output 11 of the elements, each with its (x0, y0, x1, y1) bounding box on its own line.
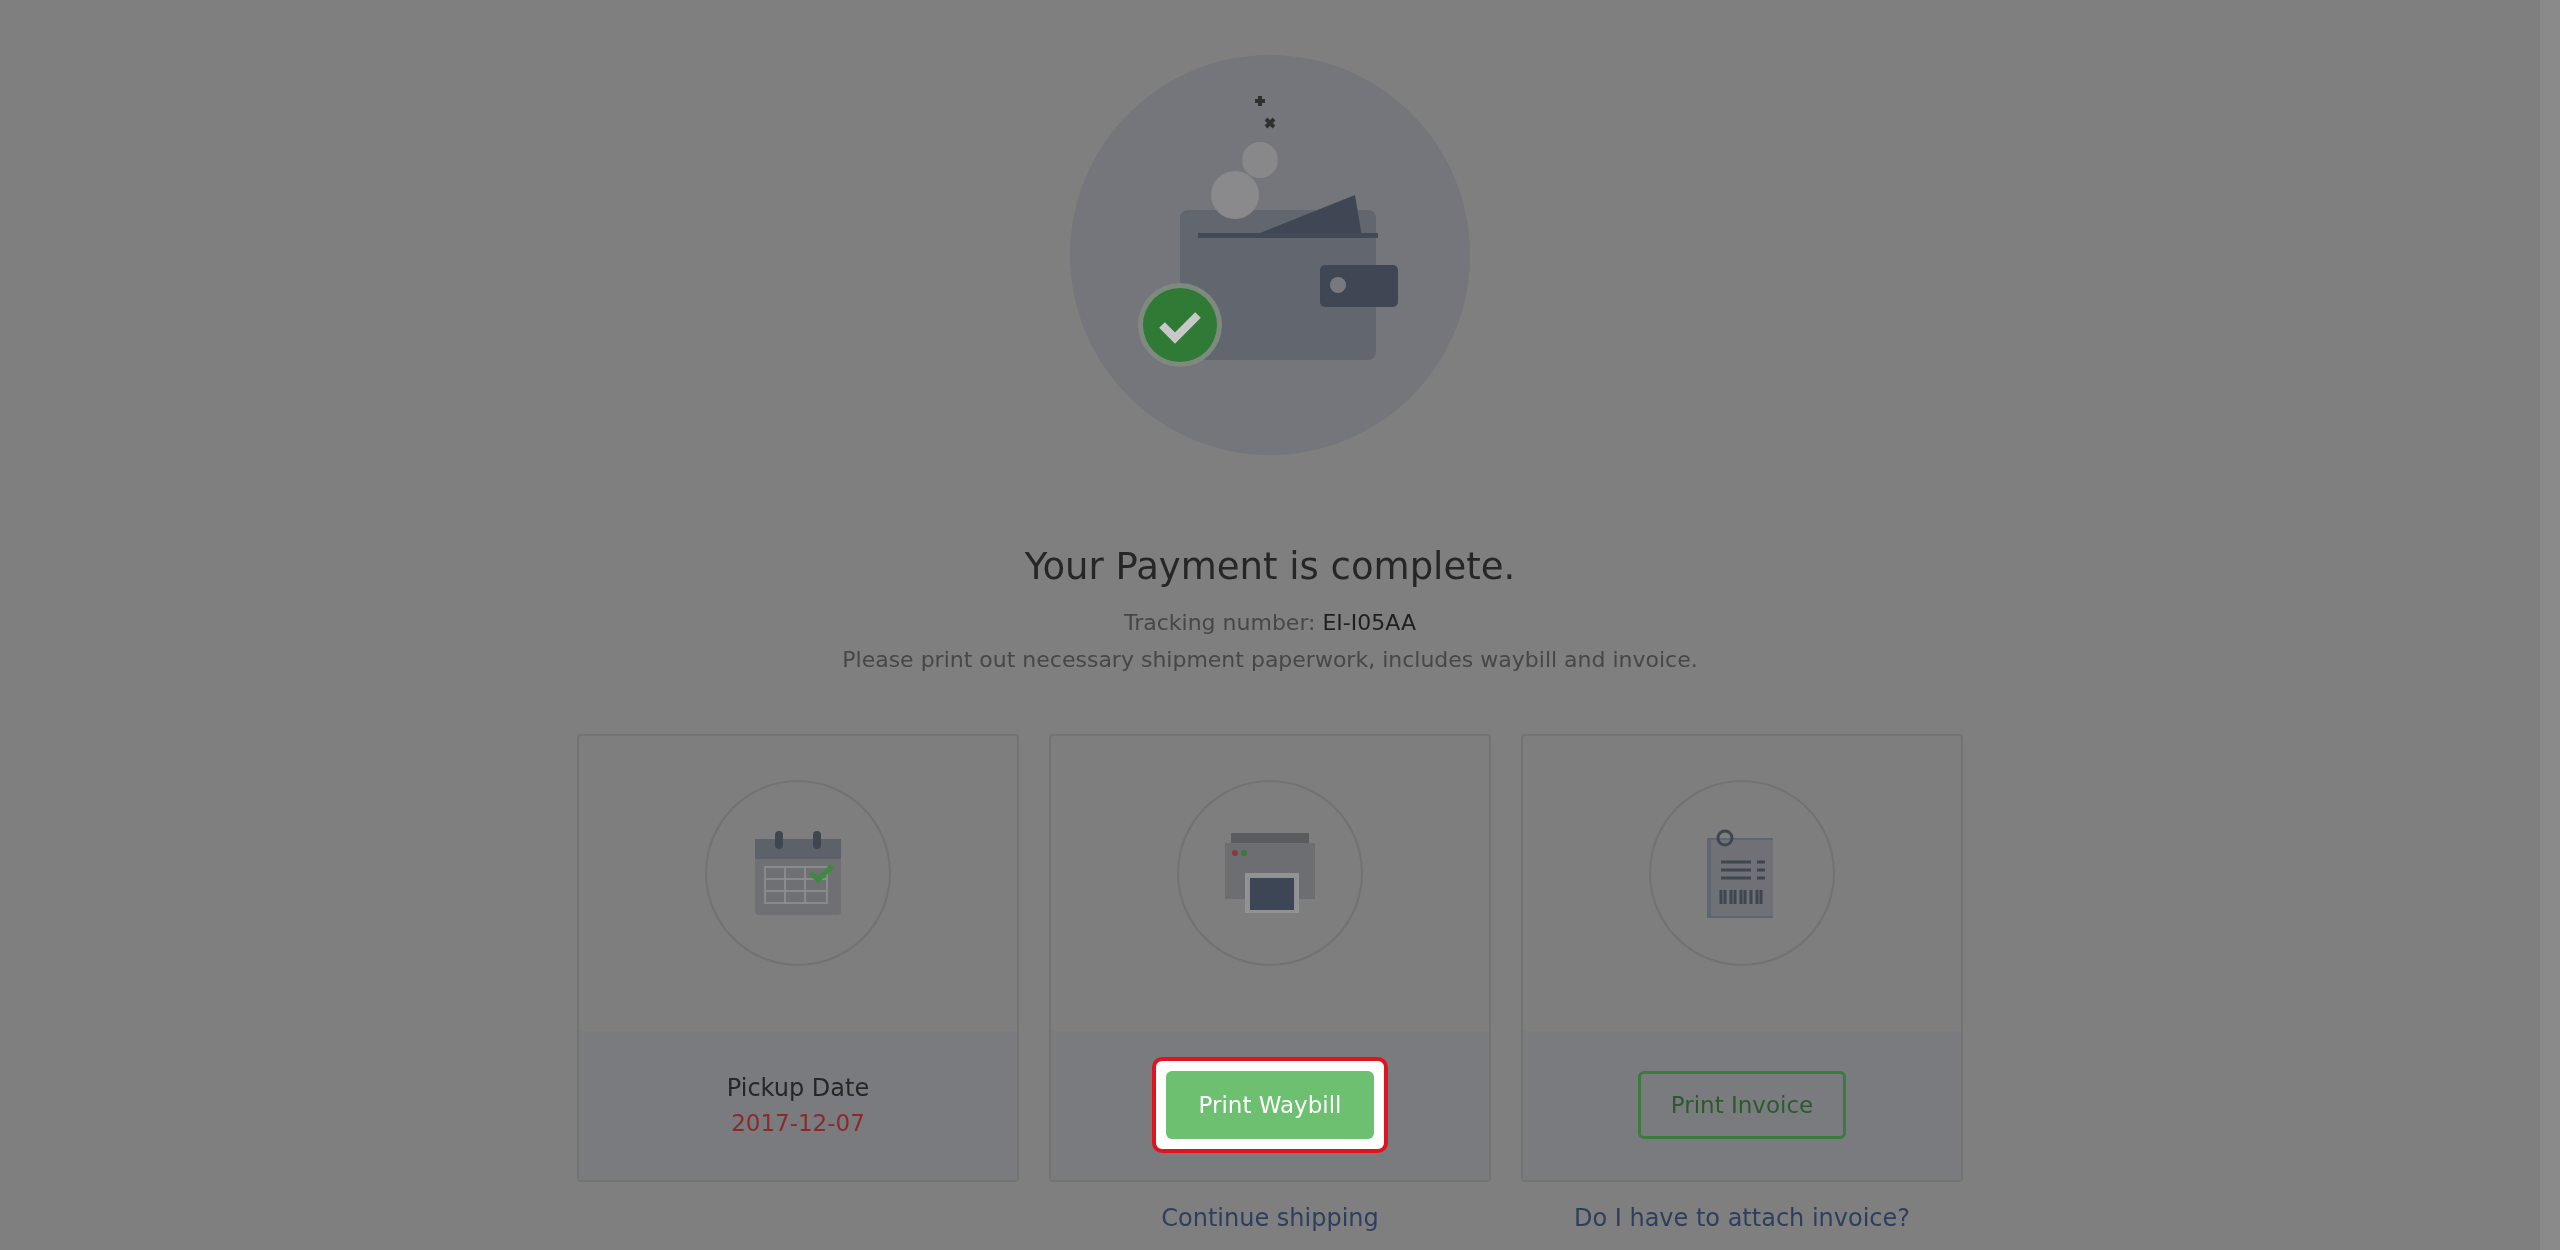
calendar-icon (755, 831, 841, 916)
printer-icon (1225, 833, 1315, 914)
heading: Your Payment is complete. (1024, 547, 1516, 588)
pickup-date: 2017-12-07 (731, 1110, 865, 1137)
print-button[interactable]: Print Invoice (1638, 1071, 1846, 1140)
instructions: Please print out necessary shipment paperwork, includes waybill and invoice. (842, 646, 1698, 672)
help-link[interactable]: Do I have to attach invoice? (1573, 1203, 1911, 1232)
help-link[interactable]: Continue shipping (1161, 1203, 1379, 1232)
pickup-date-label: Pickup Date (726, 1074, 870, 1103)
tracking-number: Tracking number: EI-I05AA (1124, 609, 1416, 635)
print-button[interactable]: Print Waybill (1166, 1071, 1374, 1140)
